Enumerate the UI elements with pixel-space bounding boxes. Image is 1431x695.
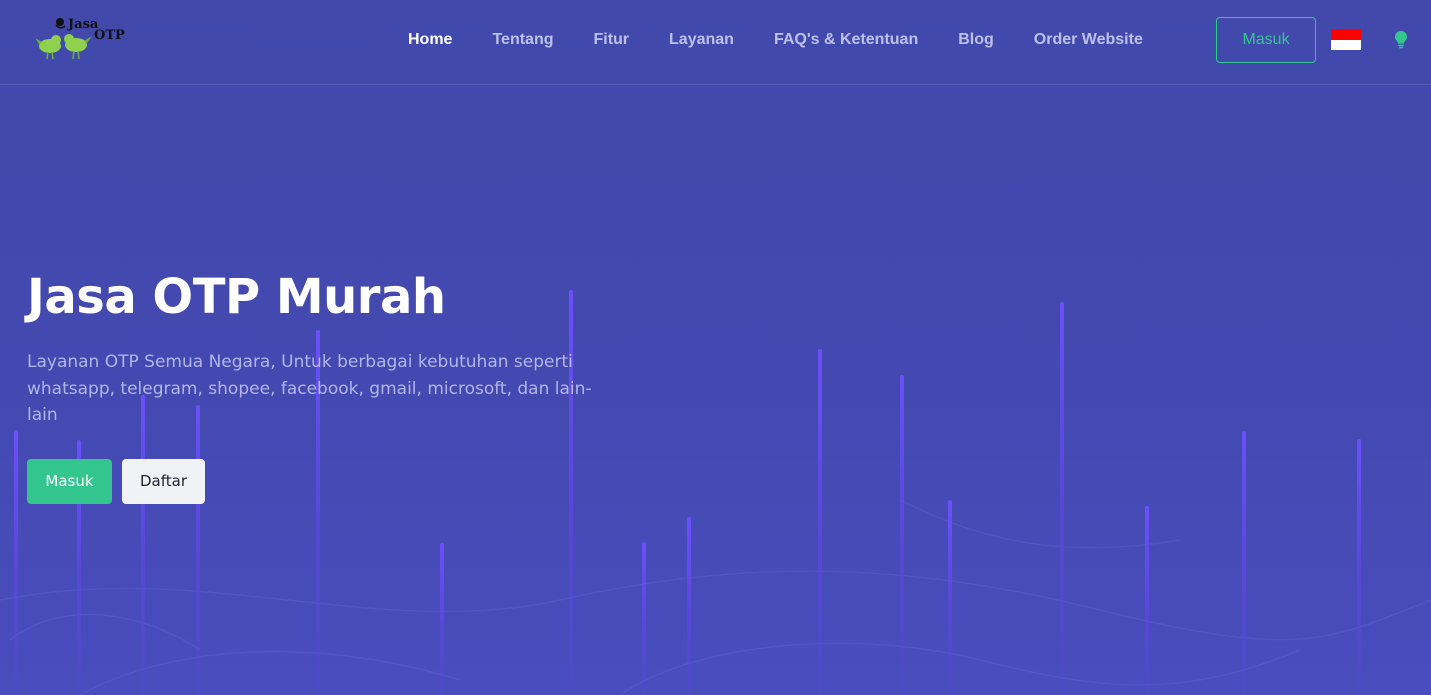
light-line — [440, 543, 444, 695]
nav-link-layanan[interactable]: Layanan — [669, 31, 734, 49]
light-line — [818, 349, 822, 695]
light-line — [687, 517, 691, 695]
light-line — [642, 542, 646, 695]
top-navbar: Jasa OTP Home Tentang Fitur Layanan FAQ'… — [0, 0, 1431, 85]
nav-link-order-website[interactable]: Order Website — [1034, 31, 1143, 49]
light-line — [1357, 439, 1361, 695]
light-line — [14, 430, 18, 695]
hero-section: Jasa OTP Murah Layanan OTP Semua Negara,… — [27, 269, 627, 504]
light-line — [948, 500, 952, 695]
light-line — [1242, 431, 1246, 695]
nav-link-tentang[interactable]: Tentang — [492, 31, 553, 49]
brand-logo[interactable]: Jasa OTP — [36, 14, 126, 64]
light-line — [1060, 302, 1064, 695]
light-line — [1145, 506, 1149, 695]
lightbulb-svg — [1395, 31, 1407, 49]
hero-title: Jasa OTP Murah — [27, 269, 446, 325]
logo-text-line2: OTP — [94, 28, 125, 43]
hero-buttons: Masuk Daftar — [27, 458, 627, 504]
nav-link-faq[interactable]: FAQ's & Ketentuan — [774, 31, 918, 49]
flag-red-stripe — [1331, 29, 1361, 40]
hero-login-button[interactable]: Masuk — [27, 458, 112, 504]
hero-register-button[interactable]: Daftar — [122, 458, 205, 504]
nav-link-fitur[interactable]: Fitur — [593, 31, 629, 49]
hero-description: Layanan OTP Semua Negara, Untuk berbagai… — [27, 352, 592, 426]
main-navigation: Home Tentang Fitur Layanan FAQ's & Keten… — [408, 0, 1143, 80]
nav-link-home[interactable]: Home — [408, 31, 452, 49]
flag-white-stripe — [1331, 39, 1361, 50]
indonesia-flag-icon[interactable] — [1331, 29, 1361, 50]
nav-login-button[interactable]: Masuk — [1216, 17, 1316, 63]
nav-link-blog[interactable]: Blog — [958, 31, 994, 49]
light-line — [900, 375, 904, 695]
lightbulb-icon[interactable] — [1393, 30, 1409, 50]
